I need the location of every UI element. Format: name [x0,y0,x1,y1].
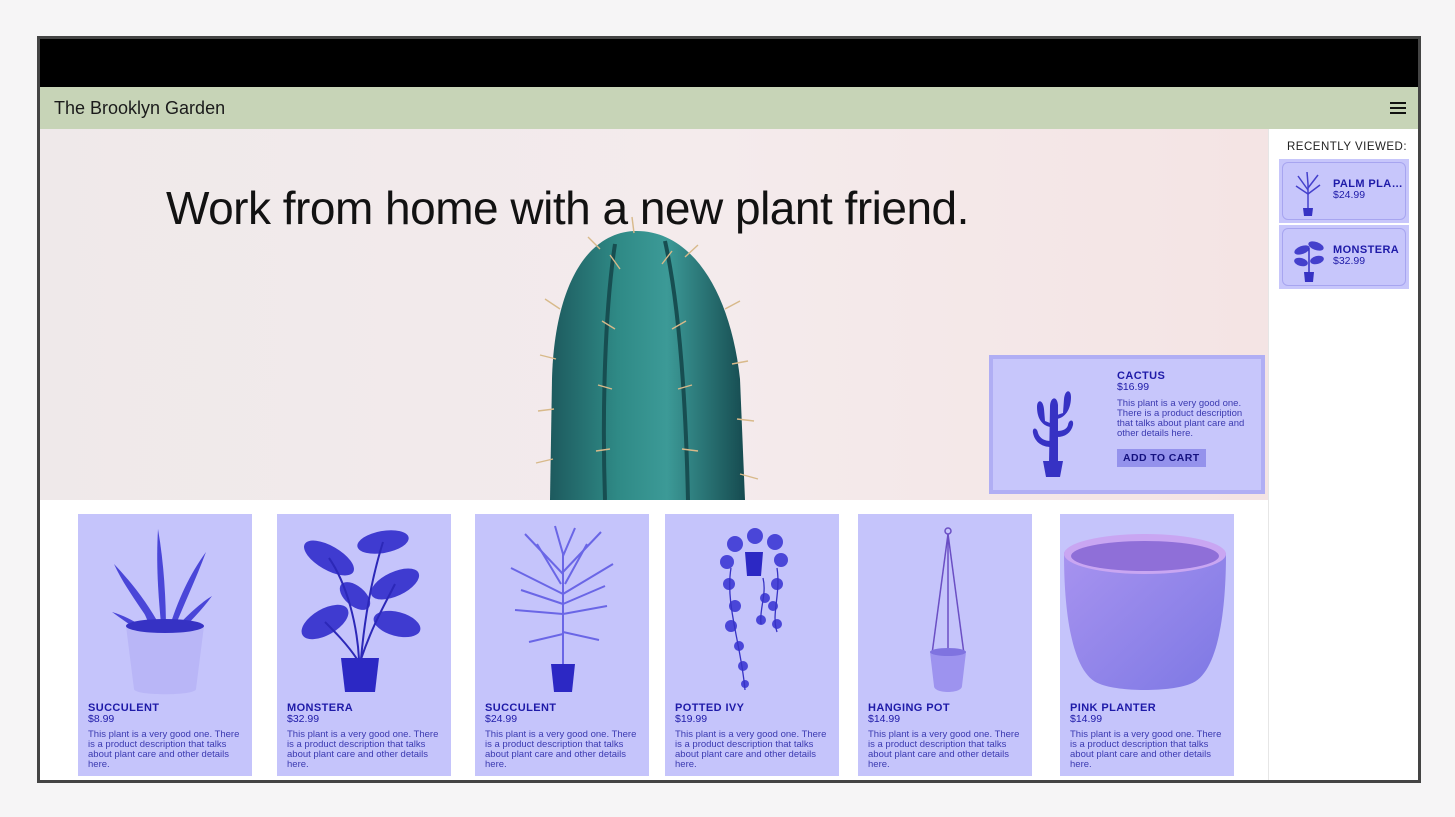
product-description: This plant is a very good one. There is … [287,729,439,770]
product-price: $24.99 [485,713,518,725]
product-price: $19.99 [675,713,708,725]
product-price: $14.99 [868,713,901,725]
browser-frame: The Brooklyn Garden Work from home with … [37,36,1421,783]
ivy-image [720,528,788,691]
palm-image [510,525,614,692]
product-price: $14.99 [1070,713,1103,725]
palm-plant-thumbnail [1295,171,1321,216]
succulent-image [112,529,212,695]
featured-product-card[interactable]: CACTUS $16.99 This plant is a very good … [989,355,1265,494]
product-description: This plant is a very good one. There is … [1070,729,1222,770]
featured-price: $16.99 [1117,381,1150,393]
product-card-pink-planter[interactable]: PINK PLANTER $14.99 This plant is a very… [1060,514,1234,776]
hero-banner: Work from home with a new plant friend. … [40,129,1268,500]
featured-description: This plant is a very good one. There is … [1117,398,1245,439]
product-card-hanging-pot[interactable]: HANGING POT $14.99 This plant is a very … [858,514,1032,776]
recent-item-monstera[interactable]: MONSTERA $32.99 [1279,225,1409,289]
product-card-succulent-palm[interactable]: SUCCULENT $24.99 This plant is a very go… [475,514,649,776]
product-description: This plant is a very good one. There is … [675,729,827,770]
recent-item-price: $32.99 [1333,255,1366,267]
recently-viewed-sidebar: RECENTLY VIEWED: PALM PLANT $24.99 MONST… [1268,129,1418,780]
planter-image [1064,534,1226,690]
product-description: This plant is a very good one. There is … [868,729,1020,770]
featured-info: CACTUS $16.99 This plant is a very good … [1117,371,1247,467]
product-description: This plant is a very good one. There is … [88,729,240,770]
cactus-image [1032,391,1074,477]
monstera-image [301,530,421,692]
add-to-cart-button[interactable]: ADD TO CART [1117,449,1206,467]
product-card-succulent[interactable]: SUCCULENT $8.99 This plant is a very goo… [78,514,252,776]
product-card-monstera[interactable]: MONSTERA $32.99 This plant is a very goo… [277,514,451,776]
hero-headline: Work from home with a new plant friend. [166,182,969,234]
top-bar [40,39,1418,87]
monstera-thumbnail [1294,241,1324,282]
product-price: $8.99 [88,713,115,725]
hanging-pot-image [930,527,966,692]
hamburger-icon[interactable] [1390,101,1406,115]
navbar: The Brooklyn Garden [40,87,1418,129]
product-card-potted-ivy[interactable]: POTTED IVY $19.99 This plant is a very g… [665,514,839,776]
product-price: $32.99 [287,713,320,725]
product-description: This plant is a very good one. There is … [485,729,637,770]
recent-item-palm[interactable]: PALM PLANT $24.99 [1279,159,1409,223]
brand-title[interactable]: The Brooklyn Garden [54,98,225,119]
recent-item-price: $24.99 [1333,189,1366,201]
recently-viewed-title: RECENTLY VIEWED: [1287,141,1408,153]
